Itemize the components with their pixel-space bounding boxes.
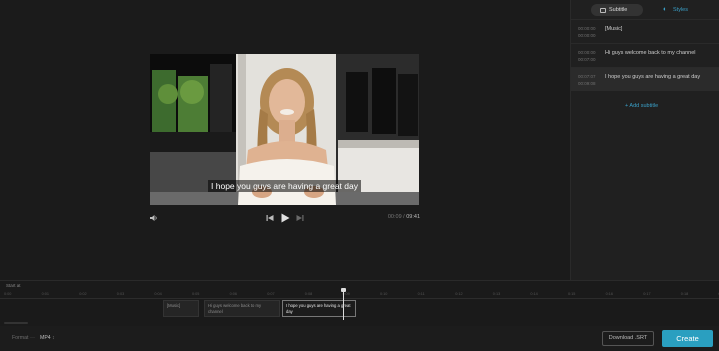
subtitle-text[interactable]: I hope you guys are having a great day <box>605 74 700 80</box>
timeline-playhead[interactable] <box>341 288 346 320</box>
timeline-start-label: Start at <box>6 283 21 288</box>
timeline-clip[interactable]: Hi guys welcome back to my channel <box>204 300 280 317</box>
download-srt-button[interactable]: Download .SRT <box>602 331 654 346</box>
play-icon[interactable] <box>280 213 290 223</box>
timeline-tick: 0:14 <box>530 292 538 296</box>
video-preview[interactable]: I hope you guys are having a great day <box>150 54 419 205</box>
video-stage: I hope you guys are having a great day 0… <box>0 0 570 280</box>
subtitle-end: 00:07:00 <box>578 57 596 62</box>
clip-text: I hope you guys are having a great day <box>286 303 351 314</box>
volume-icon[interactable] <box>150 214 158 222</box>
time-separator: / <box>403 214 405 220</box>
timeline-scrollbar[interactable] <box>4 322 28 324</box>
timeline-tick: 0:11 <box>417 292 425 296</box>
timeline-tick: 0:07 <box>267 292 275 296</box>
current-time: 00:09 <box>387 214 402 220</box>
subtitle-end: 00:09:08 <box>578 81 596 86</box>
subtitle-item-active[interactable]: 00:07:07 00:09:08 I hope you guys are ha… <box>571 67 719 91</box>
timeline-tick: 0:10 <box>380 292 388 296</box>
timeline-clip[interactable]: [Music] <box>163 300 199 317</box>
subtitle-start: 00:00:00 <box>578 26 596 31</box>
timeline-tick: 0:01 <box>41 292 49 296</box>
subtitle-caption: I hope you guys are having a great day <box>150 176 419 194</box>
skip-back-icon[interactable] <box>266 214 274 222</box>
timeline-tick: 0:15 <box>568 292 576 296</box>
tab-styles[interactable]: ◐ Styles <box>659 4 709 16</box>
format-select[interactable]: MP4 <box>40 335 55 341</box>
timeline-tick: 0:02 <box>79 292 87 296</box>
create-button[interactable]: Create <box>662 330 713 347</box>
subtitle-item[interactable]: 00:00:00 00:07:00 Hi guys welcome back t… <box>571 43 719 67</box>
timeline-clip-active[interactable]: I hope you guys are having a great day <box>282 300 356 317</box>
timeline-tick: 0:18 <box>680 292 689 296</box>
bottom-bar: Format MP4 Download .SRT Create <box>0 326 719 351</box>
timeline-tick: 0:06 <box>229 292 237 296</box>
subtitle-panel: Subtitle ◐ Styles 00:00:00 00:00:00 [Mus… <box>570 0 719 280</box>
format-label: Format <box>12 335 35 341</box>
timeline: Start at 0:00 0:01 0:02 0:03 0:04 0:05 0:06 0:0… <box>0 280 719 326</box>
timeline-tick: 0:03 <box>116 292 125 296</box>
timeline-tick: 0:08 <box>304 292 313 296</box>
time-display: 00:09 / 09:41 <box>388 214 420 220</box>
clip-text: Hi guys welcome back to my channel <box>208 303 262 314</box>
subtitle-list: 00:00:00 00:00:00 [Music] 00:00:00 00:07… <box>571 19 719 91</box>
caption-text: I hope you guys are having a great day <box>208 180 361 192</box>
subtitle-icon <box>600 7 606 13</box>
palette-icon: ◐ <box>663 6 668 13</box>
subtitle-start: 00:00:00 <box>578 50 596 55</box>
tab-subtitle[interactable]: Subtitle <box>591 4 643 16</box>
timeline-tick: 0:13 <box>492 292 501 296</box>
tab-subtitle-label: Subtitle <box>609 7 628 13</box>
skip-forward-icon[interactable] <box>296 214 304 222</box>
total-time: 09:41 <box>406 214 420 220</box>
timeline-tick: 0:05 <box>192 292 200 296</box>
add-subtitle-button[interactable]: + Add subtitle <box>625 103 658 109</box>
panel-tabs: Subtitle ◐ Styles <box>591 4 715 16</box>
timeline-tick: 0:00 <box>4 292 12 296</box>
subtitle-text[interactable]: [Music] <box>605 26 622 32</box>
player-controls: 00:09 / 09:41 <box>150 211 420 225</box>
subtitle-text[interactable]: Hi guys welcome back to my channel <box>605 50 695 56</box>
subtitle-item[interactable]: 00:00:00 00:00:00 [Music] <box>571 19 719 43</box>
timeline-tick: 0:17 <box>643 292 651 296</box>
tab-styles-label: Styles <box>673 7 688 13</box>
subtitle-start: 00:07:07 <box>578 74 596 79</box>
timeline-ruler[interactable]: 0:00 0:01 0:02 0:03 0:04 0:05 0:06 0:07 0:08 0:09… <box>0 291 719 299</box>
timeline-tick: 0:12 <box>455 292 463 296</box>
clip-text: [Music] <box>167 303 181 308</box>
subtitle-end: 00:00:00 <box>578 33 596 38</box>
timeline-tick: 0:16 <box>605 292 613 296</box>
timeline-tick: 0:04 <box>154 292 162 296</box>
